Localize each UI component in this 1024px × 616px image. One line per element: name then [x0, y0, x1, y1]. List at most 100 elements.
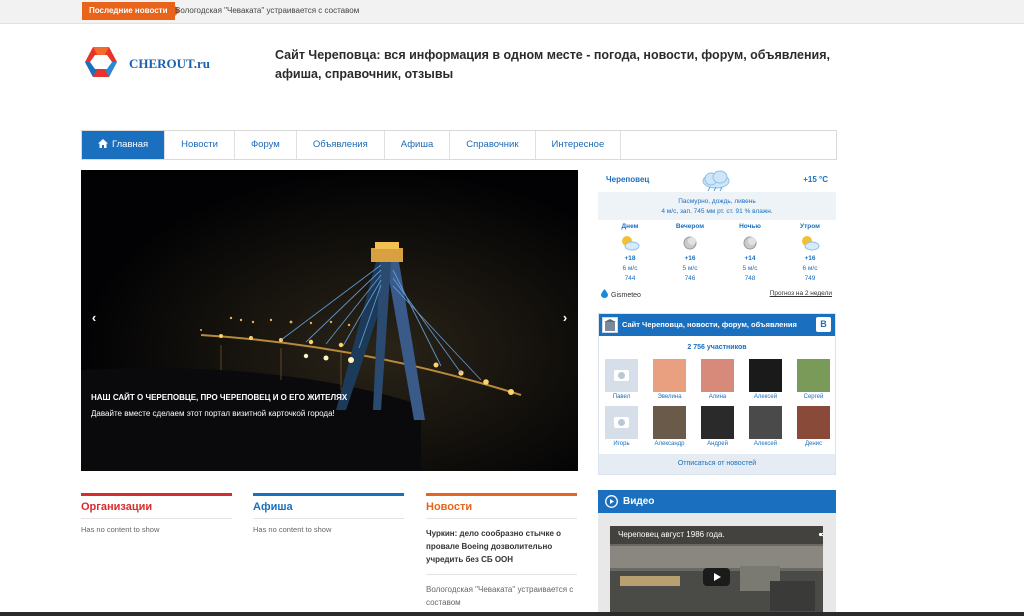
night-bridge-photo — [81, 170, 578, 471]
slide-caption-subtitle: Давайте вместе сделаем этот портал визит… — [91, 409, 335, 418]
organizations-title[interactable]: Организации — [81, 493, 232, 519]
vk-member[interactable]: Алексей — [749, 359, 782, 402]
period-temp: +18 — [624, 255, 636, 262]
member-name: Сергей — [803, 394, 824, 400]
nav-item-interesting[interactable]: Интересное — [536, 131, 622, 159]
member-name: Эвелина — [657, 394, 682, 400]
member-name: Алина — [708, 394, 727, 400]
vk-member-count: 2 756 участников — [687, 344, 747, 351]
vk-unsubscribe-button[interactable]: Отписаться от новостей — [599, 454, 835, 474]
weather-details: 4 м/с, зап. 745 мм рт. ст. 91 % влажн. — [661, 208, 773, 215]
member-avatar — [701, 406, 734, 439]
afisha-title[interactable]: Афиша — [253, 493, 404, 519]
member-name: Денис — [804, 441, 823, 447]
period-temp: +16 — [684, 255, 696, 262]
nav-item-forum[interactable]: Форум — [235, 131, 297, 159]
member-avatar — [653, 406, 686, 439]
vk-member[interactable]: Алина — [701, 359, 734, 402]
nav-item-news[interactable]: Новости — [165, 131, 235, 159]
member-avatar — [653, 359, 686, 392]
news-item-link[interactable]: Чуркин: дело сообразно стычке о провале … — [426, 527, 577, 575]
nav-item-home[interactable]: Главная — [82, 131, 166, 159]
vk-member[interactable]: Андрей — [701, 406, 734, 449]
nav-item-ads[interactable]: Объявления — [297, 131, 385, 159]
slide-caption-title: НАШ САЙТ О ЧЕРЕПОВЦЕ, ПРО ЧЕРЕПОВЕЦ И О … — [91, 393, 348, 402]
member-avatar — [749, 406, 782, 439]
period-name: Ночью — [739, 223, 761, 230]
nav-item-label: Главная — [112, 139, 149, 150]
gismeteo-link[interactable]: Gismeteo — [600, 289, 641, 299]
video-player[interactable]: Череповец август 1986 года. — [610, 526, 823, 616]
main-nav: Главная Новости Форум Объявления Афиша С… — [81, 130, 837, 160]
afisha-block: Афиша Has no content to show — [253, 493, 404, 534]
weather-period-night: Ночью +14 5 м/с 748 — [730, 222, 770, 284]
ticker-headline-link[interactable]: Вологодская "Чеваката" устраивается с со… — [175, 2, 359, 20]
member-avatar — [797, 359, 830, 392]
sun-cloud-icon — [802, 236, 820, 251]
weather-period-day: Днем +18 6 м/с 744 — [610, 222, 650, 284]
vk-member[interactable]: Павел — [605, 359, 638, 402]
building-icon — [604, 319, 616, 331]
weather-conditions: Пасмурно, дождь, ливень — [678, 198, 756, 205]
member-name: Алексей — [753, 394, 778, 400]
member-name: Александр — [654, 441, 685, 447]
vk-logo-icon: B — [816, 317, 831, 332]
period-name: Утром — [800, 223, 820, 230]
video-container: Череповец август 1986 года. — [598, 513, 836, 616]
weather-period-morning: Утром +16 6 м/с 749 — [790, 222, 830, 284]
member-avatar — [797, 406, 830, 439]
period-name: Днем — [621, 223, 639, 230]
slider-next-button[interactable]: › — [558, 310, 572, 325]
news-item-link[interactable]: Вологодская "Чеваката" устраивается с со… — [426, 583, 577, 609]
member-avatar — [605, 359, 638, 392]
period-name: Вечером — [675, 223, 705, 230]
moon-icon — [743, 236, 757, 250]
play-circle-icon — [605, 495, 618, 508]
member-name: Павел — [612, 394, 631, 400]
ticker-label: Последние новости — [82, 2, 180, 20]
slider-prev-button[interactable]: ‹ — [87, 310, 101, 325]
forecast-2-weeks-link[interactable]: Прогноз на 2 недели — [770, 290, 832, 297]
member-name: Андрей — [707, 441, 728, 447]
gismeteo-drop-icon — [601, 289, 608, 298]
period-pressure: 746 — [684, 275, 696, 282]
vk-member[interactable]: Игорь — [605, 406, 638, 449]
page-bottom-edge — [0, 612, 1024, 616]
video-play-button[interactable] — [703, 568, 730, 586]
period-temp: +14 — [744, 255, 756, 262]
video-section-title: Видео — [623, 496, 655, 507]
logo-hexagon-icon — [85, 47, 117, 77]
weather-city[interactable]: Череповец — [606, 175, 649, 184]
vk-community-widget: Сайт Череповца, новости, форум, объявлен… — [598, 313, 836, 475]
hero-slider: ‹ › НАШ САЙТ О ЧЕРЕПОВЦЕ, ПРО ЧЕРЕПОВЕЦ … — [81, 170, 578, 471]
period-wind: 6 м/с — [802, 265, 818, 272]
logo-text: CHEROUT.ru — [129, 56, 211, 71]
organizations-empty-text: Has no content to show — [81, 525, 160, 534]
moon-icon — [683, 236, 697, 250]
vk-member[interactable]: Денис — [797, 406, 830, 449]
site-logo[interactable]: CHEROUT.ru — [84, 46, 244, 80]
weather-widget: Череповец +15 °C Пасмурно, дождь, ливень… — [598, 170, 836, 303]
period-pressure: 749 — [804, 275, 816, 282]
member-avatar — [701, 359, 734, 392]
gismeteo-label: Gismeteo — [611, 292, 641, 299]
weather-periods: Днем +18 6 м/с 744 Вечером +16 5 м/с 746… — [610, 222, 830, 284]
vk-members-grid: Павел Эвелина Алина Алексей Сергей Игорь Алекс… — [605, 359, 831, 449]
vk-member[interactable]: Алексей — [749, 406, 782, 449]
nav-item-directory[interactable]: Справочник — [450, 131, 536, 159]
period-pressure: 744 — [624, 275, 636, 282]
rain-cloud-icon — [702, 170, 730, 192]
vk-header[interactable]: Сайт Череповца, новости, форум, объявлен… — [599, 314, 835, 336]
vk-member[interactable]: Эвелина — [653, 359, 686, 402]
weather-temperature: +15 °C — [803, 175, 828, 184]
nav-item-afisha[interactable]: Афиша — [385, 131, 451, 159]
weather-description: Пасмурно, дождь, ливень 4 м/с, зап. 745 … — [598, 192, 836, 220]
video-title[interactable]: Череповец август 1986 года. — [618, 530, 725, 539]
news-title[interactable]: Новости — [426, 493, 577, 519]
news-ticker: Последние новости Вологодская "Чеваката"… — [0, 0, 1024, 24]
member-name: Алексей — [753, 441, 778, 447]
afisha-empty-text: Has no content to show — [253, 525, 332, 534]
vk-member[interactable]: Александр — [653, 406, 686, 449]
vk-member[interactable]: Сергей — [797, 359, 830, 402]
news-block: Новости Чуркин: дело сообразно стычке о … — [426, 493, 577, 609]
